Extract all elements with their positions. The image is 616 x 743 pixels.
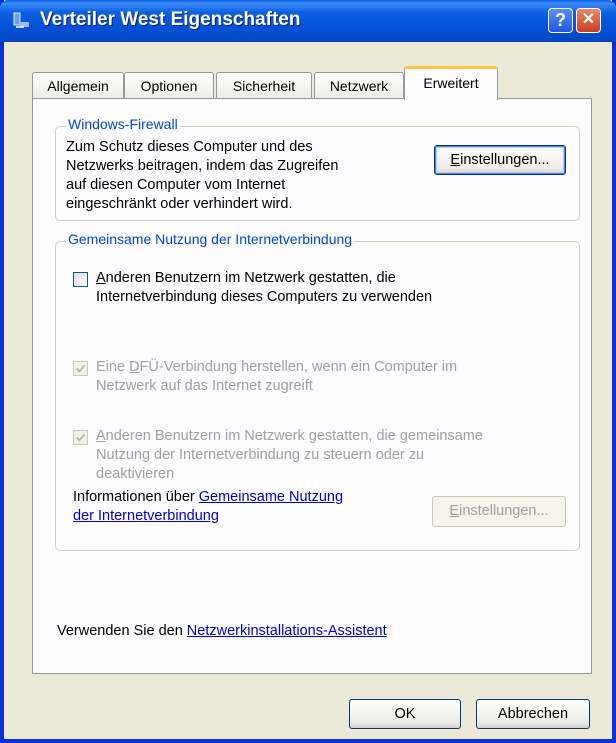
allow-control-label-line3: deaktivieren [96,466,175,482]
dial-on-demand-checkbox[interactable] [73,361,88,376]
allow-ics-label-line2: Internetverbindung dieses Computers zu v… [96,289,433,305]
firewall-description-line: auf diesen Computer vom Internet [66,177,286,193]
checkmark-icon [75,433,86,442]
wizard-text: Verwenden Sie den [57,623,187,639]
help-icon: ? [555,10,566,30]
allow-control-label-line2: Nutzung der Internetverbindung zu steuer… [96,447,425,463]
checkmark-icon [75,364,86,373]
ics-info-text: Informationen über [73,489,199,505]
close-button[interactable]: ✕ [576,8,601,33]
ok-button[interactable]: OK [349,699,461,729]
cancel-button[interactable]: Abbrechen [476,699,590,729]
firewall-group: Windows-Firewall Zum Schutz dieses Compu… [55,116,580,221]
network-connection-icon [13,12,29,28]
ics-group: Gemeinsame Nutzung der Internetverbindun… [55,231,580,551]
tab-sicherheit[interactable]: Sicherheit [216,72,312,99]
tab-netzwerk[interactable]: Netzwerk [314,72,404,99]
help-button[interactable]: ? [548,8,573,33]
dial-on-demand-label[interactable]: Eine DFÜ-Verbindung herstellen, wenn ein… [96,358,566,396]
network-wizard-link[interactable]: Netzwerkinstallations-Assistent [187,623,387,639]
firewall-settings-button[interactable]: Einstellungen... [434,145,566,175]
allow-control-label[interactable]: Anderen Benutzern im Netzwerk gestatten,… [96,427,571,484]
dial-on-demand-label-line2: Netzwerk auf das Internet zugreift [96,378,313,394]
allow-ics-label[interactable]: Anderen Benutzern im Netzwerk gestatten,… [96,269,566,307]
ics-info: Informationen über Gemeinsame Nutzung de… [73,488,393,526]
dial-on-demand-prefix: Eine [96,359,130,375]
allow-control-checkbox[interactable] [73,430,88,445]
allow-control-label-line1: nderen Benutzern im Netzwerk gestatten, … [105,428,483,444]
firewall-description-line: eingeschränkt oder verhindert wird. [66,196,293,212]
firewall-group-label: Windows-Firewall [66,116,180,132]
allow-ics-checkbox[interactable] [73,272,88,287]
ics-settings-button[interactable]: Einstellungen... [432,496,566,527]
title-bar[interactable]: Verteiler West Eigenschaften ? ✕ [0,0,616,42]
properties-dialog: Verteiler West Eigenschaften ? ✕ Allgeme… [0,0,616,743]
dial-on-demand-accel: D [129,359,140,375]
ics-settings-accel: E [449,503,460,519]
ics-settings-label: instellungen... [459,503,549,519]
ics-help-link[interactable]: Gemeinsame Nutzung [199,489,343,505]
allow-ics-accel: A [96,270,106,286]
firewall-description-line: Netzwerks beitragen, indem das Zugreifen [66,158,339,174]
tab-allgemein[interactable]: Allgemein [32,72,124,99]
tab-erweitert[interactable]: Erweitert [404,66,498,100]
wizard-row: Verwenden Sie den Netzwerkinstallations-… [57,622,557,641]
tab-optionen[interactable]: Optionen [124,72,214,99]
window-title: Verteiler West Eigenschaften [40,9,301,30]
firewall-settings-accel: E [450,152,461,168]
firewall-description: Zum Schutz dieses Computer und des Netzw… [66,138,396,214]
allow-control-accel: A [96,428,106,444]
tab-panel-erweitert: Windows-Firewall Zum Schutz dieses Compu… [32,98,592,674]
ics-group-label: Gemeinsame Nutzung der Internetverbindun… [66,231,355,247]
ics-help-link-line2[interactable]: der Internetverbindung [73,508,219,524]
firewall-settings-label: instellungen... [460,152,550,168]
close-icon: ✕ [581,11,596,28]
dial-on-demand-label-line1: FÜ-Verbindung herstellen, wenn ein Compu… [139,359,458,375]
firewall-description-line: Zum Schutz dieses Computer und des [66,139,313,155]
allow-ics-label-line1: nderen Benutzern im Netzwerk gestatten, … [105,270,396,286]
